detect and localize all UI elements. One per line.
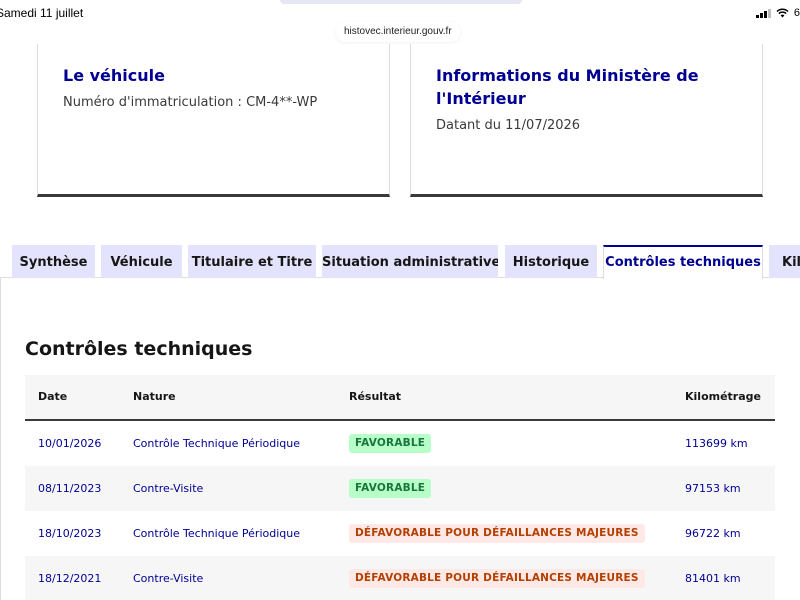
status-badge: DÉFAVORABLE POUR DÉFAILLANCES MAJEURES: [349, 569, 645, 588]
battery-level: 6: [793, 7, 800, 19]
header-date: Date: [38, 390, 68, 403]
status-badge: FAVORABLE: [349, 479, 432, 498]
card-vehicule: Le véhicule Numéro d'immatriculation : C…: [37, 44, 390, 197]
row-nature: Contre-Visite: [133, 482, 204, 495]
page-root: Samedi 11 juillet 6 histovec.interieur.g…: [0, 0, 800, 600]
section-title: Contrôles techniques: [25, 338, 253, 360]
card-ministere: Informations du Ministère de l'Intérieur…: [410, 44, 763, 197]
tab-panel-border: [0, 278, 1, 600]
card-vehicule-plate: Numéro d'immatriculation : CM-4**-WP: [63, 95, 318, 110]
status-date: Samedi 11 juillet: [0, 6, 84, 20]
table-row: 18/10/2023 Contrôle Technique Périodique…: [25, 511, 775, 556]
tab-synthese[interactable]: Synthèse: [12, 245, 95, 278]
table-row: 18/12/2021 Contre-Visite DÉFAVORABLE POU…: [25, 556, 775, 600]
tab-controles-techniques[interactable]: Contrôles techniques: [603, 245, 763, 279]
tab-vehicule[interactable]: Véhicule: [101, 245, 182, 278]
header-result: Résultat: [349, 390, 402, 403]
row-km: 81401 km: [685, 572, 741, 585]
row-km: 97153 km: [685, 482, 741, 495]
status-badge: FAVORABLE: [349, 434, 432, 453]
card-vehicule-title[interactable]: Le véhicule: [63, 64, 165, 87]
row-km: 96722 km: [685, 527, 741, 540]
tab-situation[interactable]: Situation administrative: [322, 245, 498, 278]
row-nature: Contre-Visite: [133, 572, 204, 585]
row-date: 18/10/2023: [38, 527, 102, 540]
row-nature: Contrôle Technique Périodique: [133, 527, 300, 540]
url-bar[interactable]: histovec.interieur.gouv.fr: [336, 22, 460, 42]
signal-icon: [755, 8, 771, 18]
wifi-icon: [776, 8, 789, 18]
status-indicators: 6: [755, 7, 800, 19]
table-row: 08/11/2023 Contre-Visite FAVORABLE 97153…: [25, 466, 775, 511]
browser-top-handle: [280, 0, 522, 4]
tab-list: Synthèse Véhicule Titulaire et Titre Sit…: [0, 245, 800, 279]
tab-kilometrage[interactable]: Kil: [769, 245, 800, 278]
row-date: 08/11/2023: [38, 482, 102, 495]
card-ministere-title-line2[interactable]: l'Intérieur: [436, 87, 526, 110]
table-row: 10/01/2026 Contrôle Technique Périodique…: [25, 421, 775, 466]
row-nature: Contrôle Technique Périodique: [133, 437, 300, 450]
card-ministere-title-line1[interactable]: Informations du Ministère de: [436, 64, 699, 87]
tab-historique[interactable]: Historique: [505, 245, 597, 278]
controles-table: Date Nature Résultat Kilométrage 10/01/2…: [25, 375, 775, 600]
status-badge: DÉFAVORABLE POUR DÉFAILLANCES MAJEURES: [349, 524, 645, 543]
header-nature: Nature: [133, 390, 176, 403]
tab-titulaire[interactable]: Titulaire et Titre: [188, 245, 316, 278]
table-header: Date Nature Résultat Kilométrage: [25, 375, 775, 421]
row-km: 113699 km: [685, 437, 748, 450]
header-km: Kilométrage: [685, 390, 761, 403]
card-ministere-date: Datant du 11/07/2026: [436, 118, 581, 133]
row-date: 10/01/2026: [38, 437, 102, 450]
row-date: 18/12/2021: [38, 572, 102, 585]
